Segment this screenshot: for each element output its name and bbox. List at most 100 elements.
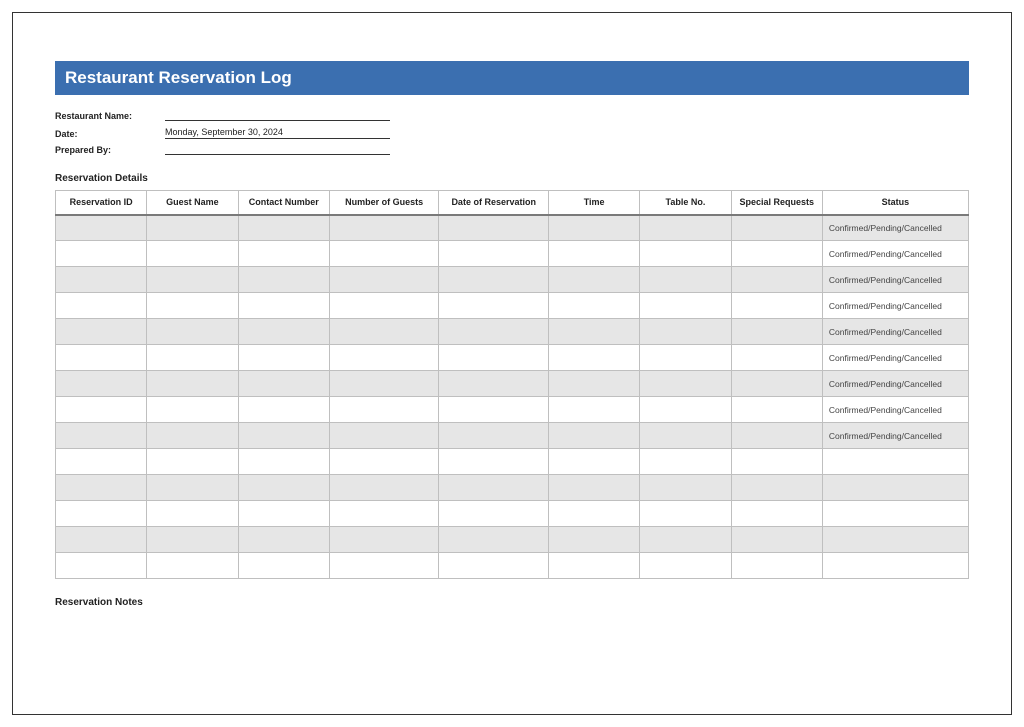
cell-time[interactable] [548, 345, 639, 371]
cell-contact[interactable] [238, 553, 329, 579]
cell-table[interactable] [640, 397, 731, 423]
cell-time[interactable] [548, 553, 639, 579]
cell-requests[interactable] [731, 319, 822, 345]
cell-status[interactable] [822, 475, 968, 501]
cell-guests[interactable] [329, 215, 439, 241]
cell-time[interactable] [548, 293, 639, 319]
cell-name[interactable] [147, 345, 238, 371]
cell-id[interactable] [56, 267, 147, 293]
cell-requests[interactable] [731, 501, 822, 527]
cell-id[interactable] [56, 449, 147, 475]
cell-name[interactable] [147, 319, 238, 345]
cell-status[interactable]: Confirmed/Pending/Cancelled [822, 371, 968, 397]
cell-requests[interactable] [731, 345, 822, 371]
cell-id[interactable] [56, 345, 147, 371]
cell-table[interactable] [640, 475, 731, 501]
cell-guests[interactable] [329, 501, 439, 527]
cell-contact[interactable] [238, 267, 329, 293]
cell-contact[interactable] [238, 397, 329, 423]
cell-name[interactable] [147, 397, 238, 423]
date-field[interactable]: Monday, September 30, 2024 [165, 127, 390, 139]
cell-name[interactable] [147, 423, 238, 449]
cell-name[interactable] [147, 449, 238, 475]
cell-status[interactable] [822, 501, 968, 527]
cell-name[interactable] [147, 553, 238, 579]
cell-contact[interactable] [238, 293, 329, 319]
cell-requests[interactable] [731, 215, 822, 241]
cell-name[interactable] [147, 501, 238, 527]
cell-guests[interactable] [329, 345, 439, 371]
cell-table[interactable] [640, 345, 731, 371]
cell-date[interactable] [439, 345, 549, 371]
cell-status[interactable]: Confirmed/Pending/Cancelled [822, 319, 968, 345]
cell-status[interactable]: Confirmed/Pending/Cancelled [822, 267, 968, 293]
cell-time[interactable] [548, 423, 639, 449]
cell-table[interactable] [640, 423, 731, 449]
cell-id[interactable] [56, 371, 147, 397]
cell-date[interactable] [439, 423, 549, 449]
cell-table[interactable] [640, 527, 731, 553]
cell-date[interactable] [439, 527, 549, 553]
cell-requests[interactable] [731, 449, 822, 475]
cell-guests[interactable] [329, 267, 439, 293]
cell-time[interactable] [548, 319, 639, 345]
cell-guests[interactable] [329, 553, 439, 579]
cell-table[interactable] [640, 319, 731, 345]
cell-table[interactable] [640, 553, 731, 579]
cell-name[interactable] [147, 371, 238, 397]
cell-table[interactable] [640, 241, 731, 267]
cell-requests[interactable] [731, 397, 822, 423]
cell-time[interactable] [548, 267, 639, 293]
cell-guests[interactable] [329, 241, 439, 267]
cell-status[interactable] [822, 449, 968, 475]
cell-guests[interactable] [329, 527, 439, 553]
cell-table[interactable] [640, 267, 731, 293]
cell-contact[interactable] [238, 371, 329, 397]
cell-guests[interactable] [329, 319, 439, 345]
cell-contact[interactable] [238, 241, 329, 267]
cell-name[interactable] [147, 267, 238, 293]
cell-status[interactable]: Confirmed/Pending/Cancelled [822, 423, 968, 449]
cell-time[interactable] [548, 475, 639, 501]
cell-status[interactable]: Confirmed/Pending/Cancelled [822, 215, 968, 241]
cell-name[interactable] [147, 215, 238, 241]
cell-name[interactable] [147, 293, 238, 319]
cell-time[interactable] [548, 527, 639, 553]
restaurant-name-field[interactable] [165, 119, 390, 121]
cell-requests[interactable] [731, 553, 822, 579]
cell-name[interactable] [147, 475, 238, 501]
prepared-by-field[interactable] [165, 153, 390, 155]
cell-requests[interactable] [731, 371, 822, 397]
cell-time[interactable] [548, 215, 639, 241]
cell-contact[interactable] [238, 527, 329, 553]
cell-requests[interactable] [731, 475, 822, 501]
cell-date[interactable] [439, 267, 549, 293]
cell-table[interactable] [640, 215, 731, 241]
cell-status[interactable] [822, 527, 968, 553]
cell-status[interactable] [822, 553, 968, 579]
cell-date[interactable] [439, 215, 549, 241]
cell-status[interactable]: Confirmed/Pending/Cancelled [822, 397, 968, 423]
cell-contact[interactable] [238, 319, 329, 345]
cell-guests[interactable] [329, 449, 439, 475]
cell-id[interactable] [56, 293, 147, 319]
cell-id[interactable] [56, 527, 147, 553]
cell-guests[interactable] [329, 293, 439, 319]
cell-requests[interactable] [731, 527, 822, 553]
cell-date[interactable] [439, 475, 549, 501]
cell-date[interactable] [439, 449, 549, 475]
cell-requests[interactable] [731, 423, 822, 449]
cell-id[interactable] [56, 553, 147, 579]
cell-date[interactable] [439, 241, 549, 267]
cell-guests[interactable] [329, 371, 439, 397]
cell-table[interactable] [640, 293, 731, 319]
cell-id[interactable] [56, 397, 147, 423]
cell-time[interactable] [548, 241, 639, 267]
cell-date[interactable] [439, 319, 549, 345]
cell-id[interactable] [56, 423, 147, 449]
cell-date[interactable] [439, 371, 549, 397]
cell-table[interactable] [640, 501, 731, 527]
cell-date[interactable] [439, 501, 549, 527]
cell-guests[interactable] [329, 423, 439, 449]
cell-contact[interactable] [238, 215, 329, 241]
